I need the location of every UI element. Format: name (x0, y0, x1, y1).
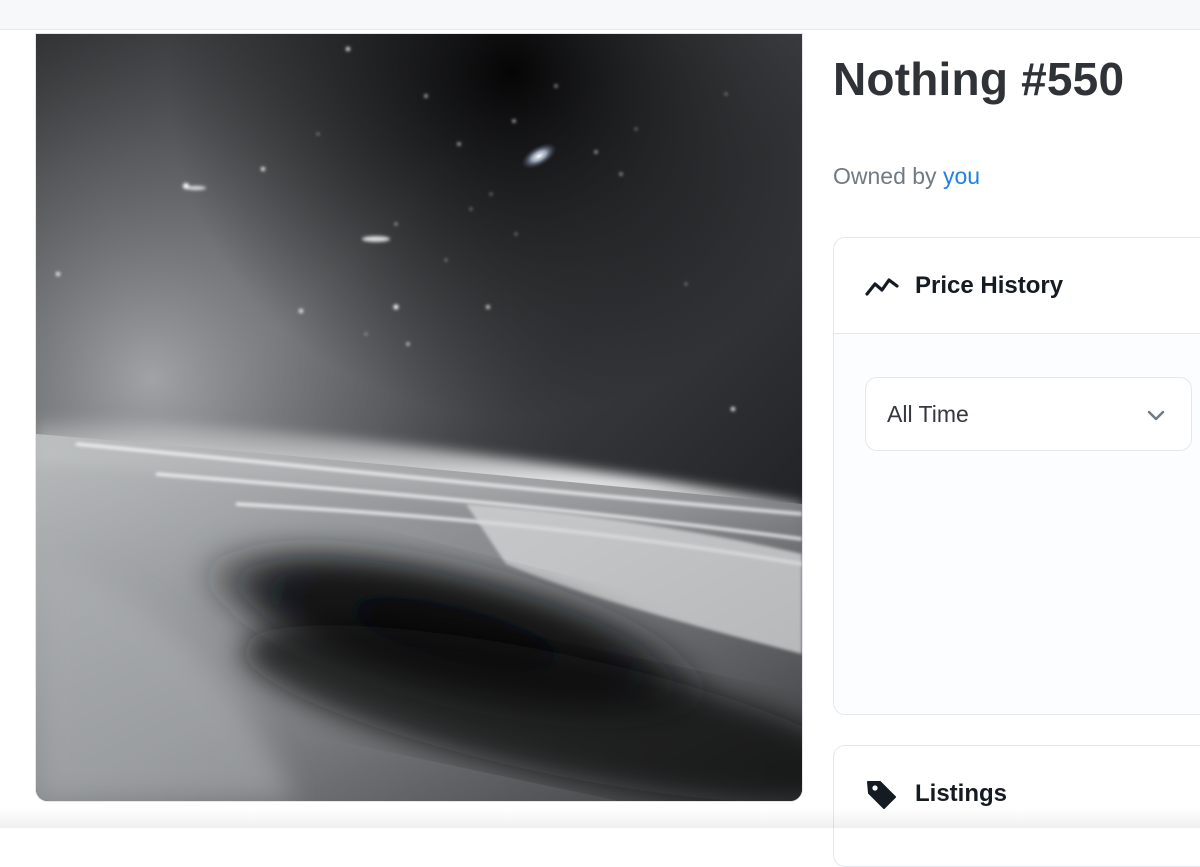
owner-link[interactable]: you (943, 163, 980, 189)
trend-line-icon (865, 271, 901, 301)
price-history-header[interactable]: Price History (834, 238, 1200, 334)
time-range-value: All Time (887, 400, 969, 427)
owner-prefix: Owned by (833, 163, 937, 189)
price-history-panel: Price History All Time (833, 237, 1200, 715)
top-navigation-bar (0, 0, 1200, 30)
artwork-graphic (36, 34, 802, 801)
item-title: Nothing #550 (833, 53, 1125, 105)
owner-line: Owned by you (833, 163, 980, 190)
nft-artwork-image[interactable] (36, 34, 802, 801)
tag-icon (865, 779, 901, 809)
listings-title: Listings (915, 780, 1008, 807)
page-bottom-shadow (0, 808, 1200, 828)
price-history-body: All Time (834, 334, 1200, 714)
time-range-select[interactable]: All Time (865, 377, 1192, 451)
chevron-down-icon (1145, 404, 1167, 426)
price-history-title: Price History (915, 271, 1064, 299)
listings-panel: Listings (833, 745, 1200, 867)
